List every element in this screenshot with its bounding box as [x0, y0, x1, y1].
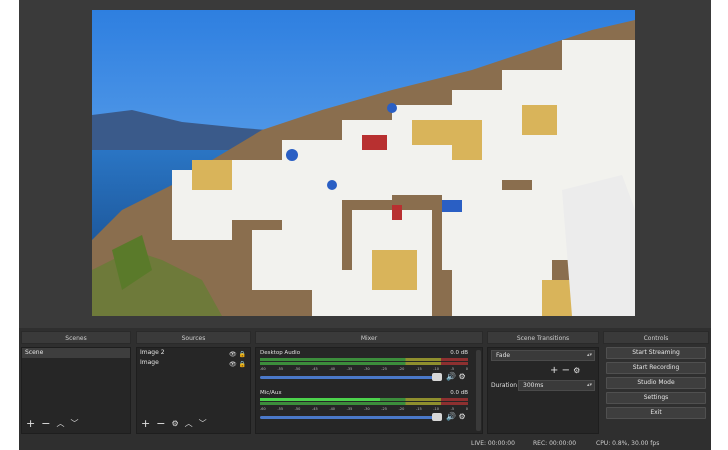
sources-dock: Sources Image 2 👁 🔒 Image 👁 🔒 + − ⚙ ︿ ﹀ — [136, 331, 251, 434]
transitions-body: Fade ▴▾ + − ⚙ Duration 300ms ▴▾ — [487, 347, 599, 434]
volume-meter — [260, 358, 468, 361]
add-source-button[interactable]: + — [141, 418, 150, 429]
channel-name: Mic/Aux — [260, 390, 282, 396]
channel-level: 0.0 dB — [450, 350, 468, 356]
preview-area[interactable] — [19, 0, 711, 328]
add-transition-button[interactable]: + — [550, 365, 558, 376]
exit-button[interactable]: Exit — [606, 407, 706, 419]
volume-meter — [260, 402, 468, 405]
remove-transition-button[interactable]: − — [562, 365, 570, 376]
gear-icon[interactable]: ⚙ — [459, 412, 466, 421]
channel-level: 0.0 dB — [450, 390, 468, 396]
mixer-body: Desktop Audio 0.0 dB -60 -55 -50 -45 -40 -35-… — [255, 347, 483, 434]
gear-icon[interactable]: ⚙ — [171, 419, 178, 429]
scenes-title: Scenes — [21, 331, 131, 344]
speaker-icon[interactable]: 🔊 — [446, 372, 456, 381]
source-item[interactable]: Image 👁 🔒 — [137, 358, 250, 368]
sources-list[interactable]: Image 2 👁 🔒 Image 👁 🔒 + − ⚙ ︿ ﹀ — [136, 347, 251, 434]
volume-meter — [260, 362, 468, 365]
spinner-icon: ▴▾ — [586, 382, 592, 388]
preview-image — [92, 10, 635, 316]
mixer-scrollbar[interactable] — [476, 350, 481, 431]
start-recording-button[interactable]: Start Recording — [606, 362, 706, 374]
scenes-dock: Scenes Scene + − ︿ ﹀ — [21, 331, 131, 434]
volume-fader[interactable] — [260, 416, 440, 419]
controls-body: Start Streaming Start Recording Studio M… — [603, 347, 709, 434]
mixer-channel-mic: Mic/Aux 0.0 dB -60 -55 -50 -45 -40 -35 -30 -25-… — [260, 390, 468, 428]
transition-select-value: Fade — [496, 352, 511, 359]
status-bar: LIVE: 00:00:00 REC: 00:00:00 CPU: 0.8%, … — [19, 436, 711, 450]
gear-icon[interactable]: ⚙ — [573, 366, 580, 375]
channel-controls[interactable]: 🔊 ⚙ — [446, 372, 466, 381]
channel-controls[interactable]: 🔊 ⚙ — [446, 412, 466, 421]
start-streaming-button[interactable]: Start Streaming — [606, 347, 706, 359]
eye-icon[interactable]: 👁 — [229, 351, 237, 358]
volume-fader[interactable] — [260, 376, 440, 379]
remove-source-button[interactable]: − — [156, 418, 165, 429]
add-scene-button[interactable]: + — [26, 418, 35, 429]
lock-icon[interactable]: 🔒 — [239, 351, 246, 358]
source-visibility-lock[interactable]: 👁 🔒 — [229, 360, 246, 370]
live-timer: LIVE: 00:00:00 — [471, 440, 515, 447]
controls-dock: Controls Start Streaming Start Recording… — [603, 331, 709, 434]
settings-button[interactable]: Settings — [606, 392, 706, 404]
lock-icon[interactable]: 🔒 — [239, 361, 246, 368]
gear-icon[interactable]: ⚙ — [459, 372, 466, 381]
obs-window: Scenes Scene + − ︿ ﹀ Sources Image 2 👁 🔒… — [19, 0, 711, 450]
transition-toolbar: + − ⚙ — [550, 365, 580, 376]
transition-select[interactable]: Fade ▴▾ — [491, 350, 595, 361]
source-item-label: Image 2 — [140, 349, 165, 356]
mixer-channel-desktop: Desktop Audio 0.0 dB -60 -55 -50 -45 -40 -35-… — [260, 350, 468, 388]
volume-meter-active — [260, 398, 380, 401]
source-item-label: Image — [140, 359, 159, 366]
scenes-toolbar: + − ︿ ﹀ — [26, 418, 78, 430]
channel-name: Desktop Audio — [260, 350, 301, 356]
move-up-button[interactable]: ︿ — [56, 419, 64, 429]
scene-item[interactable]: Scene — [22, 348, 130, 358]
mixer-title: Mixer — [255, 331, 483, 344]
move-down-button[interactable]: ﹀ — [199, 419, 207, 429]
duration-input[interactable]: 300ms ▴▾ — [518, 380, 595, 391]
move-up-button[interactable]: ︿ — [185, 419, 193, 429]
source-item[interactable]: Image 2 👁 🔒 — [137, 348, 250, 358]
fader-handle[interactable] — [432, 373, 442, 381]
rec-timer: REC: 00:00:00 — [533, 440, 577, 447]
move-down-button[interactable]: ﹀ — [70, 419, 78, 429]
duration-label: Duration — [491, 382, 518, 389]
eye-icon[interactable]: 👁 — [229, 361, 237, 368]
scenes-list[interactable]: Scene + − ︿ ﹀ — [21, 347, 131, 434]
chevron-down-icon: ▴▾ — [586, 352, 592, 358]
remove-scene-button[interactable]: − — [41, 418, 50, 429]
santorini-photo — [92, 10, 635, 316]
mixer-dock: Mixer Desktop Audio 0.0 dB -60 -55 -50 -45-… — [255, 331, 483, 434]
fader-handle[interactable] — [432, 413, 442, 421]
sources-title: Sources — [136, 331, 251, 344]
transitions-dock: Scene Transitions Fade ▴▾ + − ⚙ Duration… — [487, 331, 599, 434]
transitions-title: Scene Transitions — [487, 331, 599, 344]
controls-title: Controls — [603, 331, 709, 344]
speaker-icon[interactable]: 🔊 — [446, 412, 456, 421]
sources-toolbar: + − ⚙ ︿ ﹀ — [141, 418, 207, 430]
studio-mode-button[interactable]: Studio Mode — [606, 377, 706, 389]
duration-value: 300ms — [523, 382, 544, 389]
cpu-fps: CPU: 0.8%, 30.00 fps — [596, 440, 660, 447]
